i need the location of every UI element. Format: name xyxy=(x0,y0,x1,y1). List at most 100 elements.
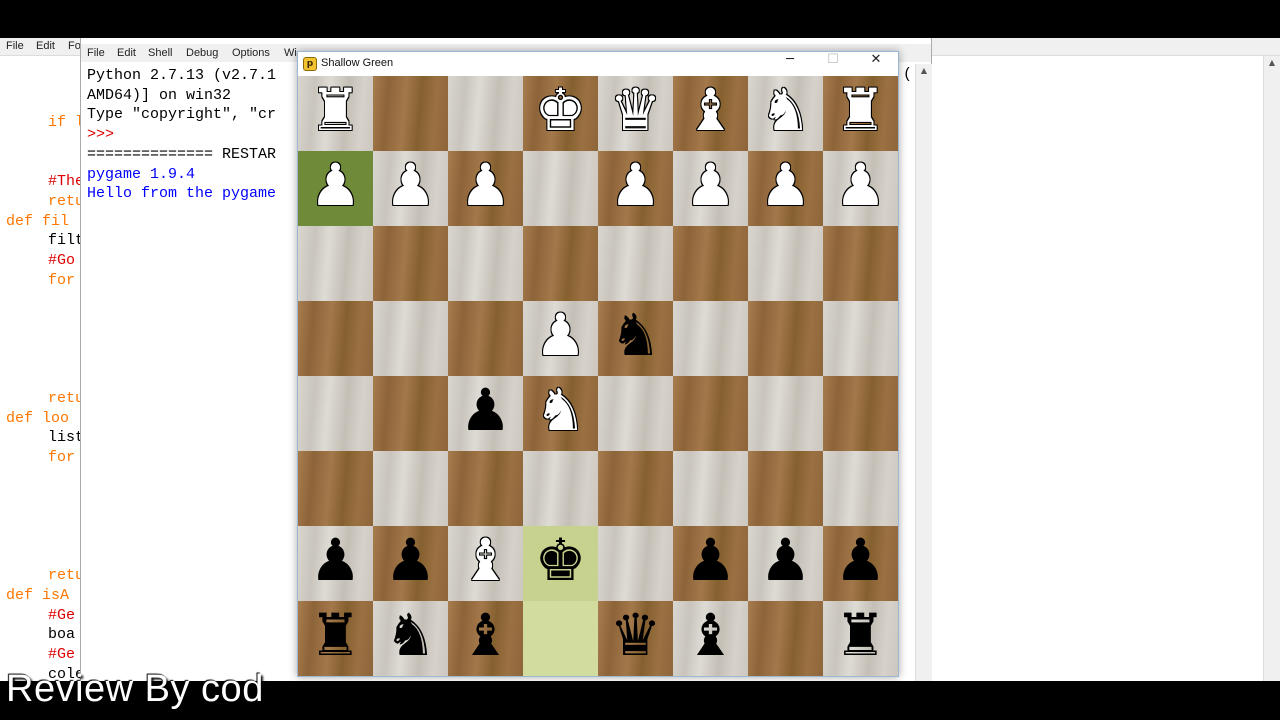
board-square-g5[interactable] xyxy=(748,376,823,451)
white-pawn-icon[interactable]: ♟ xyxy=(748,151,823,226)
board-square-e6[interactable] xyxy=(598,451,673,526)
white-king-icon[interactable]: ♚ xyxy=(523,76,598,151)
board-square-e3[interactable] xyxy=(598,226,673,301)
board-square-h5[interactable] xyxy=(823,376,898,451)
black-rook-icon[interactable]: ♜ xyxy=(823,601,898,676)
code-line: list xyxy=(48,429,85,447)
shell-menu-shell[interactable]: Shell xyxy=(148,47,172,59)
shell-line: >>> xyxy=(87,126,124,144)
board-square-h4[interactable] xyxy=(823,301,898,376)
scroll-up-icon[interactable]: ▲ xyxy=(918,66,930,78)
black-pawn-icon[interactable]: ♟ xyxy=(823,526,898,601)
shell-scrollbar[interactable]: ▲ xyxy=(915,64,932,681)
white-knight-icon[interactable]: ♞ xyxy=(748,76,823,151)
black-queen-icon[interactable]: ♛ xyxy=(598,601,673,676)
board-square-b6[interactable] xyxy=(373,451,448,526)
editor-scrollbar[interactable]: ▲ xyxy=(1263,56,1280,681)
board-square-b5[interactable] xyxy=(373,376,448,451)
board-square-c6[interactable] xyxy=(448,451,523,526)
board-square-a4[interactable] xyxy=(298,301,373,376)
black-knight-icon[interactable]: ♞ xyxy=(598,301,673,376)
board-square-d2[interactable] xyxy=(523,151,598,226)
shell-menu-edit[interactable]: Edit xyxy=(117,47,136,59)
window-titlebar[interactable]: p Shallow Green ─ ☐ ✕ xyxy=(298,52,898,76)
board-square-f6[interactable] xyxy=(673,451,748,526)
code-line: #Go xyxy=(48,252,76,269)
black-pawn-icon[interactable]: ♟ xyxy=(298,526,373,601)
black-rook-icon[interactable]: ♜ xyxy=(298,601,373,676)
board-square-d8[interactable] xyxy=(523,601,598,676)
board-square-h3[interactable] xyxy=(823,226,898,301)
shell-line: Python 2.7.13 (v2.7.1 xyxy=(87,67,277,84)
code-line: for xyxy=(48,449,76,466)
white-rook-icon[interactable]: ♜ xyxy=(823,76,898,151)
shell-menu-file[interactable]: File xyxy=(87,47,105,59)
black-pawn-icon[interactable]: ♟ xyxy=(373,526,448,601)
white-pawn-icon[interactable]: ♟ xyxy=(448,151,523,226)
board-square-f4[interactable] xyxy=(673,301,748,376)
video-overlay-caption: Review By cod xyxy=(6,668,264,710)
white-pawn-icon[interactable]: ♟ xyxy=(298,151,373,226)
pygame-icon: p xyxy=(303,57,317,71)
board-square-f5[interactable] xyxy=(673,376,748,451)
window-title: Shallow Green xyxy=(321,57,394,69)
editor-menu-edit[interactable]: Edit xyxy=(36,40,55,52)
close-button[interactable]: ✕ xyxy=(854,52,898,76)
board-square-b4[interactable] xyxy=(373,301,448,376)
code-line: def isA xyxy=(6,586,70,604)
white-pawn-icon[interactable]: ♟ xyxy=(598,151,673,226)
shell-line: Type "copyright", "cr xyxy=(87,106,277,124)
code-line: retu xyxy=(48,389,85,407)
black-pawn-icon[interactable]: ♟ xyxy=(448,376,523,451)
code-line: retu xyxy=(48,192,85,210)
black-king-icon[interactable]: ♚ xyxy=(523,526,598,601)
shell-menu-window[interactable]: Wi xyxy=(284,47,297,59)
board-square-d6[interactable] xyxy=(523,451,598,526)
board-square-e7[interactable] xyxy=(598,526,673,601)
board-square-c3[interactable] xyxy=(448,226,523,301)
white-pawn-icon[interactable]: ♟ xyxy=(673,151,748,226)
code-line: filt xyxy=(48,232,85,250)
board-square-g4[interactable] xyxy=(748,301,823,376)
shell-line: Hello from the pygame xyxy=(87,185,277,203)
board-square-a6[interactable] xyxy=(298,451,373,526)
board-square-g8[interactable] xyxy=(748,601,823,676)
board-square-a5[interactable] xyxy=(298,376,373,451)
maximize-button[interactable]: ☐ xyxy=(811,52,855,76)
editor-menu-file[interactable]: File xyxy=(6,40,24,52)
board-square-d3[interactable] xyxy=(523,226,598,301)
black-bishop-icon[interactable]: ♝ xyxy=(448,601,523,676)
editor-menu-format[interactable]: Fo xyxy=(68,40,81,52)
board-square-b1[interactable] xyxy=(373,76,448,151)
minimize-button[interactable]: ─ xyxy=(768,52,812,76)
board-square-c4[interactable] xyxy=(448,301,523,376)
board-square-h6[interactable] xyxy=(823,451,898,526)
board-square-a3[interactable] xyxy=(298,226,373,301)
black-pawn-icon[interactable]: ♟ xyxy=(673,526,748,601)
white-bishop-icon[interactable]: ♝ xyxy=(673,76,748,151)
shell-line: ============== RESTAR xyxy=(87,145,277,163)
white-pawn-icon[interactable]: ♟ xyxy=(523,301,598,376)
black-knight-icon[interactable]: ♞ xyxy=(373,601,448,676)
white-rook-icon[interactable]: ♜ xyxy=(298,76,373,151)
pygame-window: p Shallow Green ─ ☐ ✕ ♜ ♚ ♛ ♝ ♞ ♜ ♟ ♟ ♟ ♟ ♟ ♟ ♟ ♟ ♞ ♟ ♞ ♟… xyxy=(297,51,899,677)
code-line: def fil xyxy=(6,212,70,230)
board-square-g6[interactable] xyxy=(748,451,823,526)
black-bishop-icon[interactable]: ♝ xyxy=(673,601,748,676)
board-square-e5[interactable] xyxy=(598,376,673,451)
board-square-f3[interactable] xyxy=(673,226,748,301)
white-pawn-icon[interactable]: ♟ xyxy=(373,151,448,226)
chess-board[interactable]: ♜ ♚ ♛ ♝ ♞ ♜ ♟ ♟ ♟ ♟ ♟ ♟ ♟ ♟ ♞ ♟ ♞ ♟ ♟ ♝ ♚ ♟ ♟ ♟ ♜ ♞ ♝ ♛ ♝ ♜ xyxy=(298,76,898,676)
shell-menu-debug[interactable]: Debug xyxy=(186,47,218,59)
scroll-up-icon[interactable]: ▲ xyxy=(1266,58,1278,70)
white-knight-icon[interactable]: ♞ xyxy=(523,376,598,451)
white-pawn-icon[interactable]: ♟ xyxy=(823,151,898,226)
board-square-c1[interactable] xyxy=(448,76,523,151)
white-bishop-icon[interactable]: ♝ xyxy=(448,526,523,601)
code-line: if l xyxy=(48,114,85,132)
black-pawn-icon[interactable]: ♟ xyxy=(748,526,823,601)
white-queen-icon[interactable]: ♛ xyxy=(598,76,673,151)
board-square-b3[interactable] xyxy=(373,226,448,301)
shell-menu-options[interactable]: Options xyxy=(232,47,270,59)
board-square-g3[interactable] xyxy=(748,226,823,301)
